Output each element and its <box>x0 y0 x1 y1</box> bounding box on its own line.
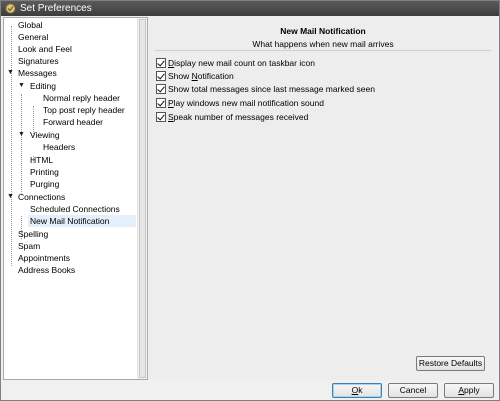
tree-item-appointments[interactable]: Appointments <box>16 252 72 264</box>
tree-item-signatures[interactable]: Signatures <box>16 55 61 67</box>
option-label: Play windows new mail notification sound <box>168 98 324 108</box>
tree-connector <box>11 26 12 266</box>
divider <box>155 50 491 51</box>
option-label: Show total messages since last message m… <box>168 84 375 94</box>
tree-item-normal-reply-header[interactable]: Normal reply header <box>41 92 122 104</box>
checkbox-checked[interactable] <box>156 84 166 94</box>
panel-subtitle: What happens when new mail arrives <box>252 39 394 49</box>
option-show-notification[interactable]: Show Notification <box>156 70 234 82</box>
restore-defaults-button[interactable]: Restore Defaults <box>416 356 485 371</box>
cancel-button[interactable]: Cancel <box>388 383 438 398</box>
tree-item-general[interactable]: General <box>16 31 50 43</box>
scrollbar-thumb[interactable] <box>139 19 146 378</box>
ok-button[interactable]: Ok <box>332 383 382 398</box>
tree-item-global[interactable]: Global <box>16 19 45 31</box>
preferences-window: Set Preferences Global General Look and … <box>0 0 500 401</box>
tree-item-address-books[interactable]: Address Books <box>16 264 77 276</box>
expand-arrow-icon[interactable]: ▼ <box>18 80 25 92</box>
preferences-tree[interactable]: Global General Look and Feel Signatures … <box>3 17 148 380</box>
expand-arrow-icon[interactable]: ▼ <box>7 191 14 203</box>
tree-item-purging[interactable]: Purging <box>28 178 61 190</box>
option-display-taskbar-count[interactable]: Display new mail count on taskbar icon <box>156 57 315 69</box>
tree-item-headers[interactable]: Headers <box>41 141 77 153</box>
option-play-sound[interactable]: Play windows new mail notification sound <box>156 97 324 109</box>
tree-item-editing[interactable]: Editing <box>28 80 58 92</box>
tree-item-messages[interactable]: Messages <box>16 67 59 79</box>
option-label: Speak number of messages received <box>168 112 309 122</box>
window-title: Set Preferences <box>20 3 92 14</box>
tree-item-html[interactable]: HTML <box>28 154 55 166</box>
tree-item-top-post-reply-header[interactable]: Top post reply header <box>41 104 127 116</box>
apply-button[interactable]: Apply <box>444 383 494 398</box>
app-icon <box>5 3 16 14</box>
tree-item-scheduled-connections[interactable]: Scheduled Connections <box>28 203 122 215</box>
checkbox-checked[interactable] <box>156 71 166 81</box>
option-speak-count[interactable]: Speak number of messages received <box>156 111 308 123</box>
expand-arrow-icon[interactable]: ▼ <box>18 129 25 141</box>
panel-title: New Mail Notification <box>280 26 366 36</box>
option-label: Show Notification <box>168 71 234 81</box>
expand-arrow-icon[interactable]: ▼ <box>7 67 14 79</box>
tree-item-forward-header[interactable]: Forward header <box>41 116 105 128</box>
tree-item-look-and-feel[interactable]: Look and Feel <box>16 43 74 55</box>
option-label: Display new mail count on taskbar icon <box>168 58 315 68</box>
checkbox-checked[interactable] <box>156 112 166 122</box>
tree-item-spam[interactable]: Spam <box>16 240 42 252</box>
checkbox-checked[interactable] <box>156 58 166 68</box>
tree-item-viewing[interactable]: Viewing <box>28 129 62 141</box>
tree-item-new-mail-notification[interactable]: New Mail Notification <box>28 215 136 227</box>
tree-item-printing[interactable]: Printing <box>28 166 61 178</box>
checkbox-checked[interactable] <box>156 98 166 108</box>
title-bar[interactable]: Set Preferences <box>1 1 499 16</box>
settings-panel: New Mail Notification What happens when … <box>149 17 497 380</box>
tree-scrollbar[interactable] <box>137 18 147 379</box>
tree-connector <box>21 94 22 194</box>
tree-item-spelling[interactable]: Spelling <box>16 228 50 240</box>
tree-item-connections[interactable]: Connections <box>16 191 67 203</box>
option-show-total-messages[interactable]: Show total messages since last message m… <box>156 83 375 95</box>
